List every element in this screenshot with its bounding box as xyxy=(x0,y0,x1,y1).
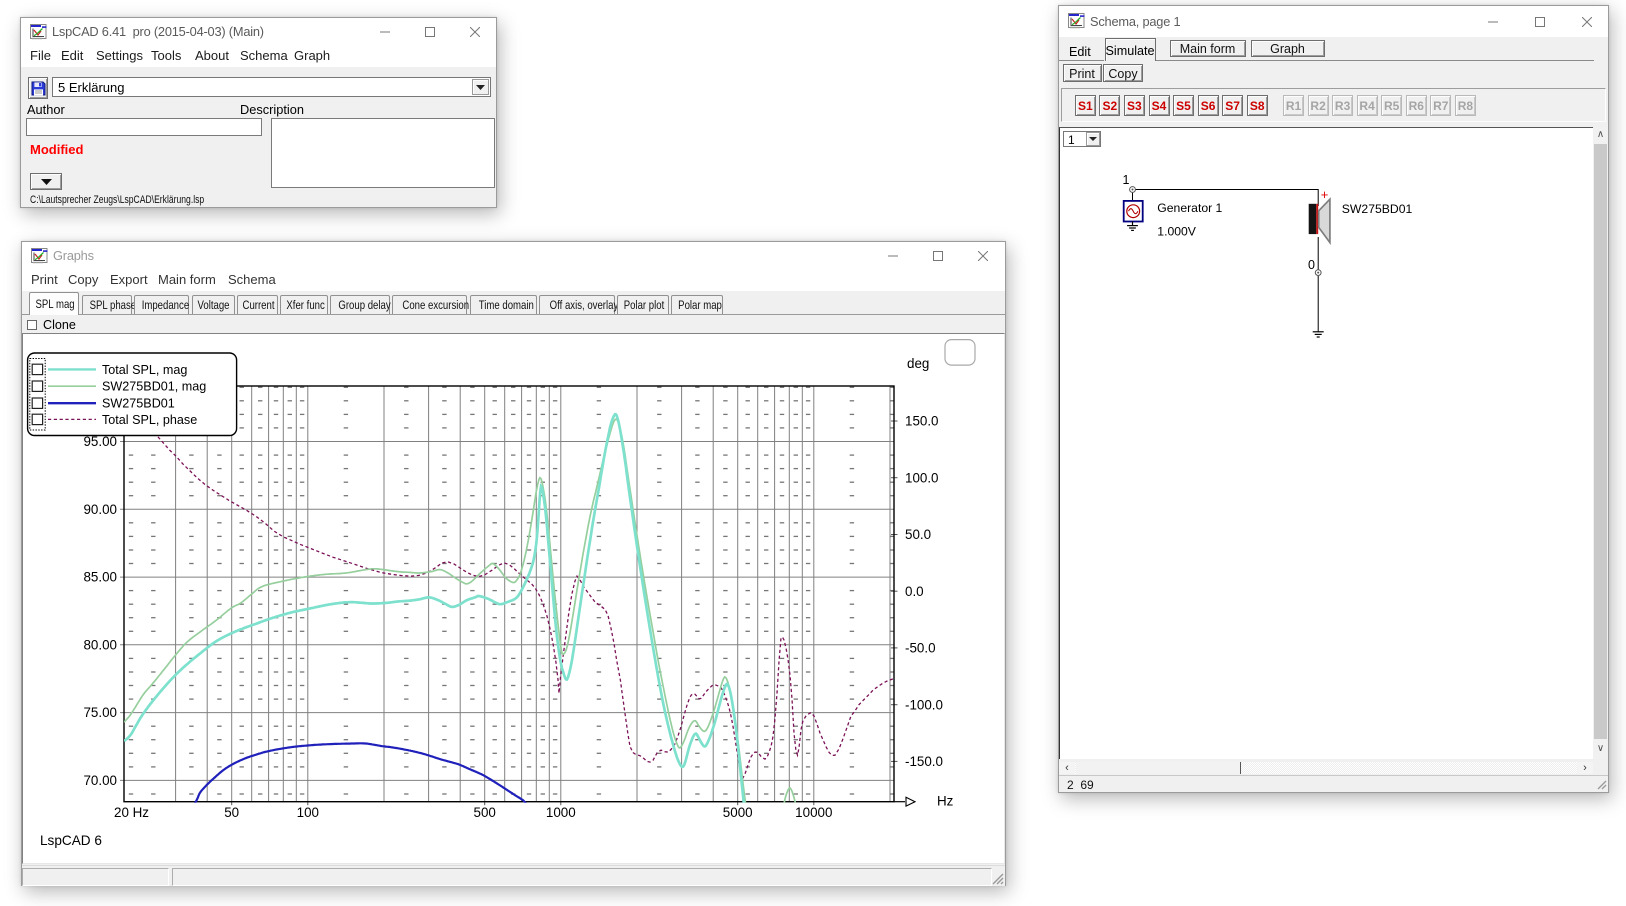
svg-text:85.00: 85.00 xyxy=(83,570,117,585)
svg-text:150.0: 150.0 xyxy=(905,414,939,429)
svg-text:1000: 1000 xyxy=(546,805,576,820)
svg-text:Hz: Hz xyxy=(937,794,954,809)
svg-text:20 Hz: 20 Hz xyxy=(114,805,149,820)
svg-text:Total SPL, phase: Total SPL, phase xyxy=(102,413,197,427)
svg-text:-50.0: -50.0 xyxy=(905,641,936,656)
svg-text:80.00: 80.00 xyxy=(83,637,117,652)
svg-text:Total SPL, mag: Total SPL, mag xyxy=(102,363,187,377)
svg-text:70.00: 70.00 xyxy=(83,773,117,788)
svg-text:0.0: 0.0 xyxy=(905,584,924,599)
svg-text:100: 100 xyxy=(297,805,319,820)
svg-text:10000: 10000 xyxy=(795,805,832,820)
svg-text:0: 0 xyxy=(1308,258,1315,272)
svg-text:95.00: 95.00 xyxy=(83,434,117,449)
svg-text:50.0: 50.0 xyxy=(905,527,931,542)
svg-text:Generator 1: Generator 1 xyxy=(1157,201,1222,215)
svg-text:SW275BD01, mag: SW275BD01, mag xyxy=(102,380,206,394)
svg-text:90.00: 90.00 xyxy=(83,502,117,517)
svg-text:1: 1 xyxy=(1123,173,1130,187)
svg-text:-150.0: -150.0 xyxy=(905,754,943,769)
svg-text:50: 50 xyxy=(224,805,239,820)
svg-text:-100.0: -100.0 xyxy=(905,697,943,712)
svg-text:+: + xyxy=(1321,187,1329,202)
svg-text:1.000V: 1.000V xyxy=(1157,224,1196,238)
svg-text:deg: deg xyxy=(907,356,929,371)
svg-text:75.00: 75.00 xyxy=(83,705,117,720)
svg-text:LspCAD 6: LspCAD 6 xyxy=(40,833,102,848)
svg-text:500: 500 xyxy=(474,805,496,820)
svg-text:100.0: 100.0 xyxy=(905,470,939,485)
svg-text:5000: 5000 xyxy=(723,805,753,820)
svg-text:SW275BD01: SW275BD01 xyxy=(1342,202,1413,216)
svg-text:SW275BD01: SW275BD01 xyxy=(102,397,175,411)
